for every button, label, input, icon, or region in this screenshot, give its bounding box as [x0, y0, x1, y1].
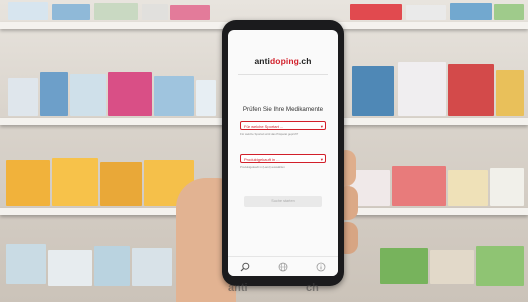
product-box: [448, 170, 488, 206]
product-box: [142, 4, 168, 20]
product-box: [52, 4, 90, 20]
product-box: [94, 246, 130, 286]
info-icon[interactable]: [316, 262, 326, 272]
product-box: [108, 72, 152, 116]
product-box: [494, 4, 524, 20]
product-box: [380, 248, 428, 284]
country-select-value: Produktgekauft in ...: [244, 157, 280, 162]
product-box: [8, 78, 38, 116]
product-box: [398, 62, 446, 116]
product-box: [170, 5, 210, 20]
logo-prefix: anti: [254, 56, 270, 66]
app-logo: antidoping.ch: [228, 56, 338, 66]
bottom-tab-bar: [228, 256, 338, 276]
product-box: [196, 80, 216, 116]
product-box: [496, 70, 524, 116]
product-box: [70, 74, 106, 116]
logo-brand: doping: [269, 56, 299, 66]
product-box: [352, 66, 394, 116]
product-box: [448, 64, 494, 116]
chevron-down-icon: ▾: [320, 124, 323, 129]
sport-select-hint: Für welche Sportart wird das Präparat ge…: [240, 132, 299, 136]
logo-suffix: .ch: [298, 56, 312, 66]
sport-select-value: Für welche Sportart ...: [244, 124, 284, 129]
product-box: [406, 5, 446, 20]
product-box: [100, 162, 142, 206]
product-box: [450, 3, 492, 20]
product-box: [8, 2, 48, 20]
product-box: [154, 76, 194, 116]
globe-icon[interactable]: [278, 262, 288, 272]
smartphone: antidoping.ch Prüfen Sie Ihre Medikament…: [222, 20, 344, 286]
phone-screen: antidoping.ch Prüfen Sie Ihre Medikament…: [228, 30, 338, 276]
search-icon[interactable]: [240, 262, 250, 272]
chevron-down-icon: ▾: [320, 157, 323, 162]
product-box: [6, 160, 50, 206]
search-button[interactable]: Suche starten: [244, 196, 322, 207]
product-box: [6, 244, 46, 284]
product-box: [94, 3, 138, 20]
product-box: [476, 246, 524, 286]
page-title: Prüfen Sie Ihre Medikamente: [242, 106, 324, 113]
product-box: [430, 250, 474, 284]
watermark-right: ch: [306, 282, 319, 294]
sport-select[interactable]: Für welche Sportart ... ▾: [240, 121, 326, 130]
product-box: [392, 166, 446, 206]
watermark-left: anti: [228, 282, 248, 294]
photo-scene: antidoping.ch Prüfen Sie Ihre Medikament…: [0, 0, 528, 302]
product-box: [350, 4, 402, 20]
country-select[interactable]: Produktgekauft in ... ▾: [240, 154, 326, 163]
product-box: [48, 250, 92, 286]
product-box: [132, 248, 172, 286]
product-box: [490, 168, 524, 206]
header-divider: [238, 74, 328, 75]
product-box: [40, 72, 68, 116]
product-box: [52, 158, 98, 206]
country-select-hint: Produktgekauft in (Land) auswählen: [240, 165, 285, 169]
